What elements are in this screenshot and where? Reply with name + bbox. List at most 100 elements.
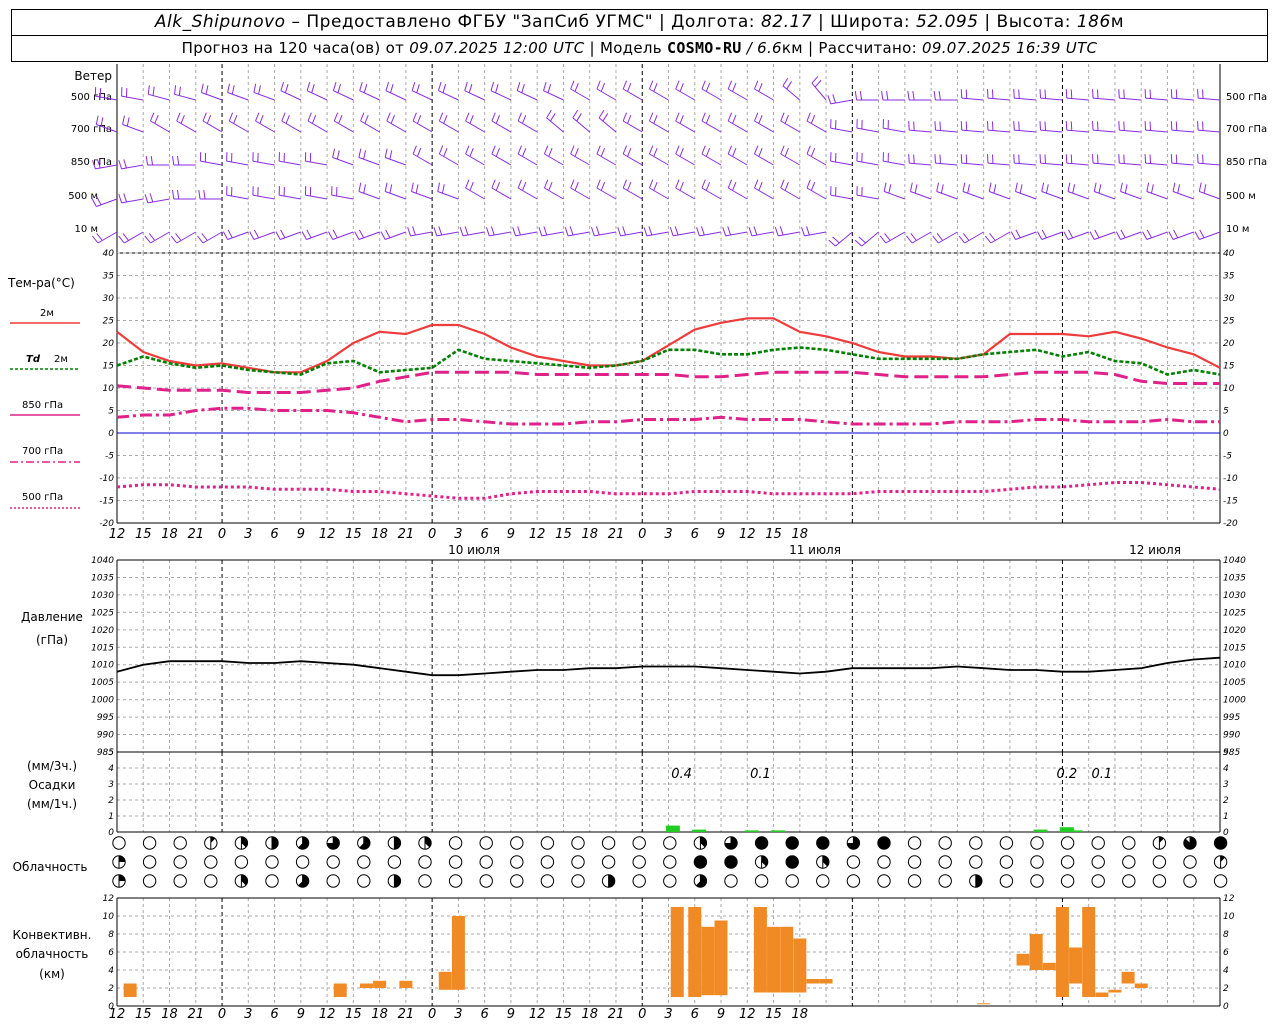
- wind-barb: [811, 82, 827, 101]
- wind-barb-feather: [700, 226, 705, 236]
- wind-barb-feather: [495, 84, 499, 93]
- wind-barb-feather: [491, 179, 496, 189]
- wind-barb: [1145, 129, 1168, 133]
- wind-barb-feather: [758, 82, 763, 92]
- precip-unit-3h: (мм/3ч.): [27, 759, 77, 773]
- wind-barb-feather: [337, 84, 342, 93]
- wind-barb-feather: [517, 145, 522, 155]
- cloud-symbol: [357, 874, 371, 888]
- wind-barb-feather: [332, 229, 338, 239]
- wind-barb: [570, 88, 590, 101]
- axis-tick-label-right: 990: [1223, 731, 1240, 741]
- wind-barb: [439, 153, 459, 166]
- hour-tick-label-bottom: 0: [218, 1007, 226, 1022]
- legend-t2m-label: 2м: [40, 308, 54, 319]
- wind-barb-feather: [543, 145, 549, 155]
- wind-barb: [987, 129, 1010, 133]
- axis-tick-label-left: 25: [103, 317, 115, 327]
- wind-barb-feather: [627, 114, 632, 124]
- axis-tick-label-left: 20: [103, 339, 115, 349]
- wind-barb-feather: [198, 190, 201, 200]
- cloud-symbol: [938, 836, 952, 850]
- hour-tick-label-bottom: 21: [398, 1007, 415, 1022]
- wind-barb: [780, 187, 801, 200]
- wind-barb: [856, 160, 879, 166]
- wind-barb-feather: [754, 179, 759, 189]
- wind-barb: [830, 127, 853, 133]
- day-label: 10 июля: [448, 543, 500, 557]
- wind-barb-feather: [384, 182, 388, 192]
- wind-barb-feather: [123, 193, 127, 203]
- wind-barb-feather: [280, 81, 284, 91]
- precip-annotation: 0.1: [750, 767, 771, 782]
- precip-annotation: 0.4: [671, 767, 692, 782]
- axis-tick-label-right: 15: [1223, 362, 1235, 372]
- wind-barb-feather: [548, 181, 553, 191]
- wind-barb-feather: [936, 233, 944, 241]
- axis-tick-label-right: 1020: [1223, 626, 1246, 636]
- wind-barb-feather: [1068, 229, 1074, 239]
- wind-barb: [489, 231, 512, 237]
- wind-barb-feather: [564, 227, 569, 236]
- wind-barb: [544, 153, 564, 166]
- wind-barb: [935, 162, 958, 166]
- wind-barb-feather: [854, 239, 863, 247]
- wind-barb: [307, 120, 328, 133]
- wind-barb-feather: [806, 179, 811, 189]
- wind-barb-feather: [177, 156, 180, 166]
- hour-tick-label: 6: [691, 527, 699, 542]
- cloud-symbol: [754, 874, 769, 888]
- cloud-symbol: [1213, 874, 1228, 888]
- wind-barb-feather: [675, 80, 680, 90]
- wind-barb-feather: [284, 84, 289, 93]
- cloud-symbol-fill: [786, 836, 799, 850]
- wind-barb-feather: [932, 235, 939, 244]
- wind-barb-feather: [758, 114, 763, 124]
- wind-barb-feather: [675, 112, 680, 122]
- wind-barb-feather: [177, 190, 180, 200]
- wind-barb: [806, 187, 827, 200]
- axis-tick-label-right: 995: [1223, 713, 1240, 723]
- cloud-symbol-fill: [119, 855, 126, 862]
- wind-barb: [675, 153, 696, 166]
- axis-tick-label-right: 0: [1223, 429, 1229, 439]
- wind-barb-feather: [858, 236, 866, 244]
- axis-tick-label-right: 35: [1223, 272, 1235, 282]
- legend-td-prefix: Td: [26, 354, 41, 365]
- wind-barb: [935, 129, 958, 133]
- wind-barb-feather: [495, 114, 501, 124]
- wind-barb-feather: [152, 86, 155, 96]
- precip-unit-1h: (мм/1ч.): [27, 797, 77, 811]
- hour-tick-label: 15: [555, 527, 572, 542]
- wind-barb-feather: [118, 194, 123, 203]
- precip-title: Осадки: [29, 778, 76, 792]
- wind-barb: [438, 90, 459, 101]
- wind-barb-feather: [233, 114, 238, 124]
- wind-barb: [596, 187, 617, 200]
- wind-barb-feather: [622, 80, 627, 90]
- conv-bar: [793, 938, 807, 993]
- wind-barb-feather: [679, 82, 684, 92]
- wind-barb-feather: [886, 91, 889, 101]
- hour-tick-label-bottom: 0: [638, 1007, 646, 1022]
- wind-barb: [673, 231, 695, 237]
- conv-bar: [1095, 992, 1109, 997]
- wind-barb-feather: [522, 181, 527, 191]
- axis-tick-label-right: 1030: [1223, 591, 1246, 601]
- wind-barb: [439, 120, 459, 133]
- wind-barb-feather: [810, 181, 816, 191]
- wind-barb: [385, 157, 407, 166]
- wind-barb: [1171, 97, 1194, 101]
- wind-barb: [1014, 129, 1037, 133]
- wind-barb-feather: [758, 147, 763, 157]
- wind-barb-feather: [962, 182, 966, 192]
- axis-tick-label-right: 1025: [1223, 608, 1246, 618]
- cloud-symbol: [846, 855, 861, 869]
- wind-barb-feather: [705, 82, 711, 92]
- axis-tick-label-right: 0: [1223, 828, 1229, 838]
- wind-barb-feather: [538, 227, 543, 236]
- cloud-symbol-fill: [608, 874, 615, 888]
- cloud-symbol-fill: [877, 836, 891, 850]
- wind-barb-feather: [779, 226, 784, 236]
- cloud-symbol: [173, 874, 187, 888]
